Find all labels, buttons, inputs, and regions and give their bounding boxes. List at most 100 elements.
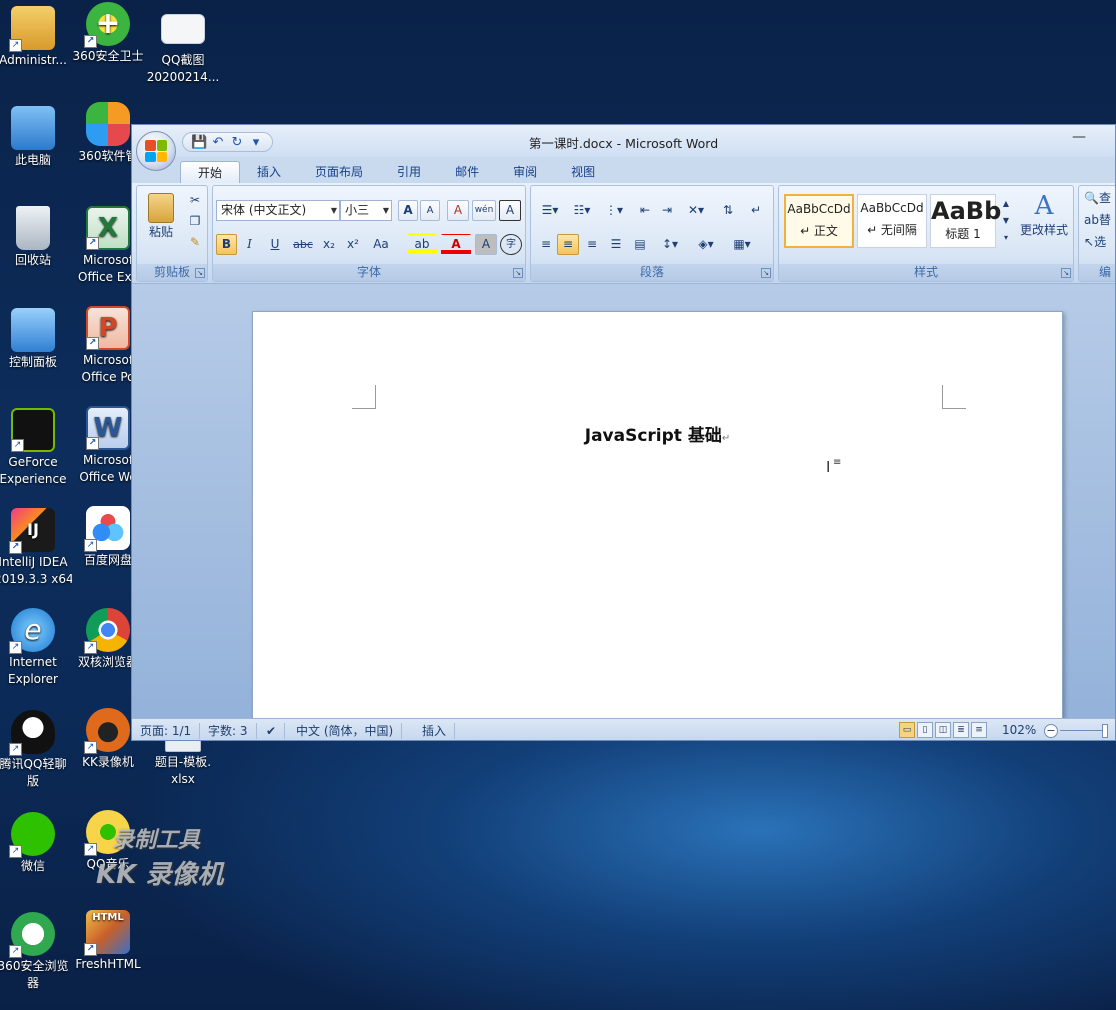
web-layout-icon[interactable]: ◫: [935, 722, 951, 738]
shortcut-arrow-icon: ↗: [84, 641, 97, 654]
clear-format-button[interactable]: A: [447, 200, 469, 221]
tab-home[interactable]: 开始: [180, 161, 241, 183]
bullets-button[interactable]: ☰▾: [535, 200, 565, 221]
full-screen-reading-icon[interactable]: ▯: [917, 722, 933, 738]
font-name-value: 宋体 (中文正文): [221, 203, 307, 217]
grow-font-button[interactable]: A: [398, 200, 418, 221]
tab-references[interactable]: 引用: [380, 161, 438, 183]
phonetic-guide-button[interactable]: wén: [472, 200, 496, 221]
view-buttons: ▭ ▯ ◫ ≣ ≡: [899, 722, 987, 738]
desktop-icon-intellij[interactable]: IJ ↗ IntelliJ IDEA 2019.3.3 x64: [0, 508, 72, 588]
status-insert-mode[interactable]: 插入: [414, 723, 456, 739]
tab-view[interactable]: 视图: [554, 161, 612, 183]
align-left-button[interactable]: ≡: [535, 234, 557, 255]
status-page[interactable]: 页面: 1/1: [132, 723, 201, 739]
sort-button[interactable]: ⇅: [717, 200, 739, 221]
tab-insert[interactable]: 插入: [240, 161, 298, 183]
zoom-slider[interactable]: −: [1044, 724, 1108, 738]
draft-icon[interactable]: ≡: [971, 722, 987, 738]
image-file-icon: [161, 14, 205, 44]
format-painter-icon[interactable]: ✎: [185, 232, 205, 253]
proofing-icon[interactable]: ✔: [258, 723, 286, 739]
numbering-button[interactable]: ☷▾: [567, 200, 597, 221]
app-store-icon: [86, 102, 130, 146]
paste-button[interactable]: 粘贴: [141, 190, 181, 252]
font-name-select[interactable]: 宋体 (中文正文) ▼: [216, 200, 340, 221]
office-logo-icon: [145, 140, 167, 162]
desktop-icon-360-safe[interactable]: + ↗ 360安全卫士: [69, 2, 147, 65]
style-name: 标题 1: [945, 227, 981, 241]
style-no-spacing[interactable]: AaBbCcDd ↵ 无间隔: [857, 194, 927, 248]
document-page[interactable]: JavaScript 基础↵ I ≡: [252, 311, 1063, 731]
print-layout-icon[interactable]: ▭: [899, 722, 915, 738]
margin-corner-top-left: [352, 385, 376, 409]
line-spacing-button[interactable]: ↕▾: [655, 234, 685, 255]
font-size-select[interactable]: 小三 ▼: [340, 200, 392, 221]
strikethrough-button[interactable]: abc: [290, 234, 316, 255]
superscript-button[interactable]: x²: [342, 234, 364, 255]
zoom-out-icon[interactable]: −: [1044, 724, 1058, 738]
font-launcher-icon[interactable]: ↘: [513, 268, 523, 278]
desktop-icon-qq-lite[interactable]: ↗ 腾讯QQ轻聊 版: [0, 710, 72, 790]
change-styles-button[interactable]: A 更改样式: [1017, 190, 1071, 252]
justify-button[interactable]: ☰: [605, 234, 627, 255]
document-heading[interactable]: JavaScript 基础↵: [253, 421, 1062, 446]
desktop-icon-freshhtml[interactable]: HTML ↗ FreshHTML: [69, 910, 147, 973]
multilevel-list-button[interactable]: ⋮▾: [599, 200, 629, 221]
change-case-button[interactable]: Aa: [366, 234, 396, 255]
qq-icon: ↗: [9, 710, 55, 756]
clipboard-launcher-icon[interactable]: ↘: [195, 268, 205, 278]
shortcut-arrow-icon: ↗: [9, 541, 22, 554]
subscript-button[interactable]: x₂: [318, 234, 340, 255]
underline-button[interactable]: U: [262, 234, 288, 255]
paragraph-launcher-icon[interactable]: ↘: [761, 268, 771, 278]
shading-button[interactable]: ◈▾: [691, 234, 721, 255]
tab-mailings[interactable]: 邮件: [438, 161, 496, 183]
style-heading-1[interactable]: AaBb 标题 1: [930, 194, 1001, 248]
minimize-button[interactable]: —: [1069, 129, 1089, 145]
align-center-button[interactable]: ≡: [557, 234, 579, 255]
desktop-icon-this-pc[interactable]: 此电脑: [0, 106, 72, 169]
desktop-icon-control-panel[interactable]: 控制面板: [0, 308, 72, 371]
desktop-icon-label-line2: 版: [26, 774, 39, 788]
tab-page-layout[interactable]: 页面布局: [298, 161, 380, 183]
zoom-thumb[interactable]: [1102, 724, 1108, 738]
chinese-layout-button[interactable]: ✕▾: [681, 200, 711, 221]
desktop-icon-administrator[interactable]: ↗ Administr...: [0, 6, 72, 69]
enclose-characters-button[interactable]: 字: [500, 234, 522, 255]
desktop-icon-recycle-bin[interactable]: 回收站: [0, 206, 72, 269]
desktop-icon-wechat[interactable]: ↗ 微信: [0, 812, 72, 875]
styles-launcher-icon[interactable]: ↘: [1061, 268, 1071, 278]
status-word-count[interactable]: 字数: 3: [200, 723, 257, 739]
group-styles: AaBbCcDd ↵ 正文 AaBbCcDd ↵ 无间隔 AaBb 标题 1 ▲…: [778, 185, 1074, 282]
outline-icon[interactable]: ≣: [953, 722, 969, 738]
distribute-button[interactable]: ▤: [629, 234, 651, 255]
copy-icon[interactable]: ❐: [185, 211, 205, 232]
borders-button[interactable]: ▦▾: [727, 234, 757, 255]
styles-scroll-icon[interactable]: ▲ ▼ ▾: [999, 194, 1013, 248]
italic-button[interactable]: I: [239, 234, 260, 255]
desktop-icon-qq-screenshot[interactable]: QQ截图 20200214...: [144, 6, 222, 86]
find-button[interactable]: 🔍查: [1083, 188, 1115, 209]
increase-indent-button[interactable]: ⇥: [657, 200, 677, 221]
character-shading-button[interactable]: A: [475, 234, 497, 255]
replace-button[interactable]: ab替: [1083, 210, 1115, 231]
desktop-icon-ie[interactable]: e ↗ Internet Explorer: [0, 608, 72, 688]
zoom-level[interactable]: 102%: [1002, 723, 1036, 737]
decrease-indent-button[interactable]: ⇤: [635, 200, 655, 221]
select-button[interactable]: ↖选: [1083, 232, 1115, 253]
office-button[interactable]: [136, 131, 176, 171]
character-border-button[interactable]: A: [499, 200, 521, 221]
align-right-button[interactable]: ≡: [581, 234, 603, 255]
cut-icon[interactable]: ✂: [185, 190, 205, 211]
show-marks-button[interactable]: ↵: [745, 200, 767, 221]
shrink-font-button[interactable]: A: [420, 200, 440, 221]
desktop-icon-360-browser[interactable]: ↗ 360安全浏览 器: [0, 912, 72, 992]
font-color-button[interactable]: A: [441, 234, 471, 255]
highlight-button[interactable]: ab: [407, 234, 437, 255]
style-normal[interactable]: AaBbCcDd ↵ 正文: [784, 194, 854, 248]
status-language[interactable]: 中文 (简体，中国): [288, 723, 403, 739]
tab-review[interactable]: 审阅: [496, 161, 554, 183]
bold-button[interactable]: B: [216, 234, 237, 255]
desktop-icon-geforce[interactable]: ↗ GeForce Experience: [0, 408, 72, 488]
